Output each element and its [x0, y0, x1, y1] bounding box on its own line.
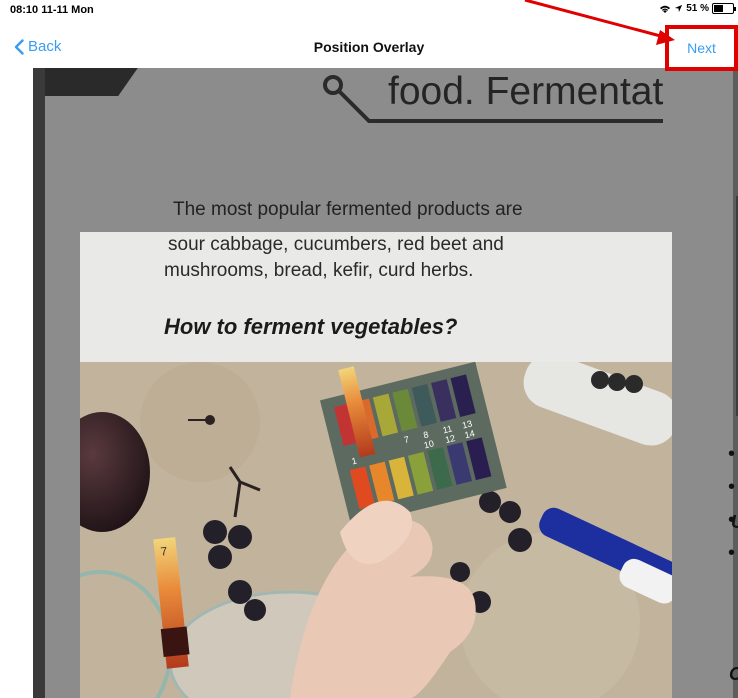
poster-dark-band [33, 68, 138, 96]
poster-letter-c: C [729, 664, 738, 685]
overlay-photo: 7 7 8 11 13 1 10 12 14 [80, 362, 672, 698]
wifi-icon [660, 5, 671, 13]
overlay-text-line-2: mushrooms, bread, kefir, curd herbs. [164, 260, 474, 281]
navigation-bar: Back Position Overlay [0, 28, 738, 68]
next-button[interactable]: Next [665, 25, 738, 71]
battery-percent: 51 % [686, 3, 709, 14]
battery-icon [712, 3, 736, 14]
poster-bullets: • • • • [728, 438, 735, 570]
status-right: 51 % [659, 3, 736, 14]
poster-paragraph: The most popular fermented products are [173, 199, 523, 220]
status-bar: 08:10 11-11 Mon 51 % [0, 0, 738, 22]
page-title: Position Overlay [313, 39, 425, 55]
photo-scene: 7 7 8 11 13 1 10 12 14 [80, 362, 672, 698]
bullet: • [728, 443, 736, 465]
bullet: • [728, 542, 736, 564]
overlay-image[interactable]: sour cabbage, cucumbers, red beet and mu… [80, 232, 672, 698]
poster-headline: food. Fermentat [388, 70, 664, 113]
bullet: • [728, 509, 736, 531]
status-time: 08:10 11-11 Mon [10, 4, 94, 16]
bullet: • [728, 476, 736, 498]
overlay-paper: sour cabbage, cucumbers, red beet and mu… [80, 232, 672, 362]
location-icon [675, 4, 683, 13]
battery-fill [714, 5, 723, 12]
overlay-heading: How to ferment vegetables? [164, 314, 458, 339]
overlay-text-line-1: sour cabbage, cucumbers, red beet and [168, 234, 504, 255]
camera-left-edge [33, 68, 45, 698]
